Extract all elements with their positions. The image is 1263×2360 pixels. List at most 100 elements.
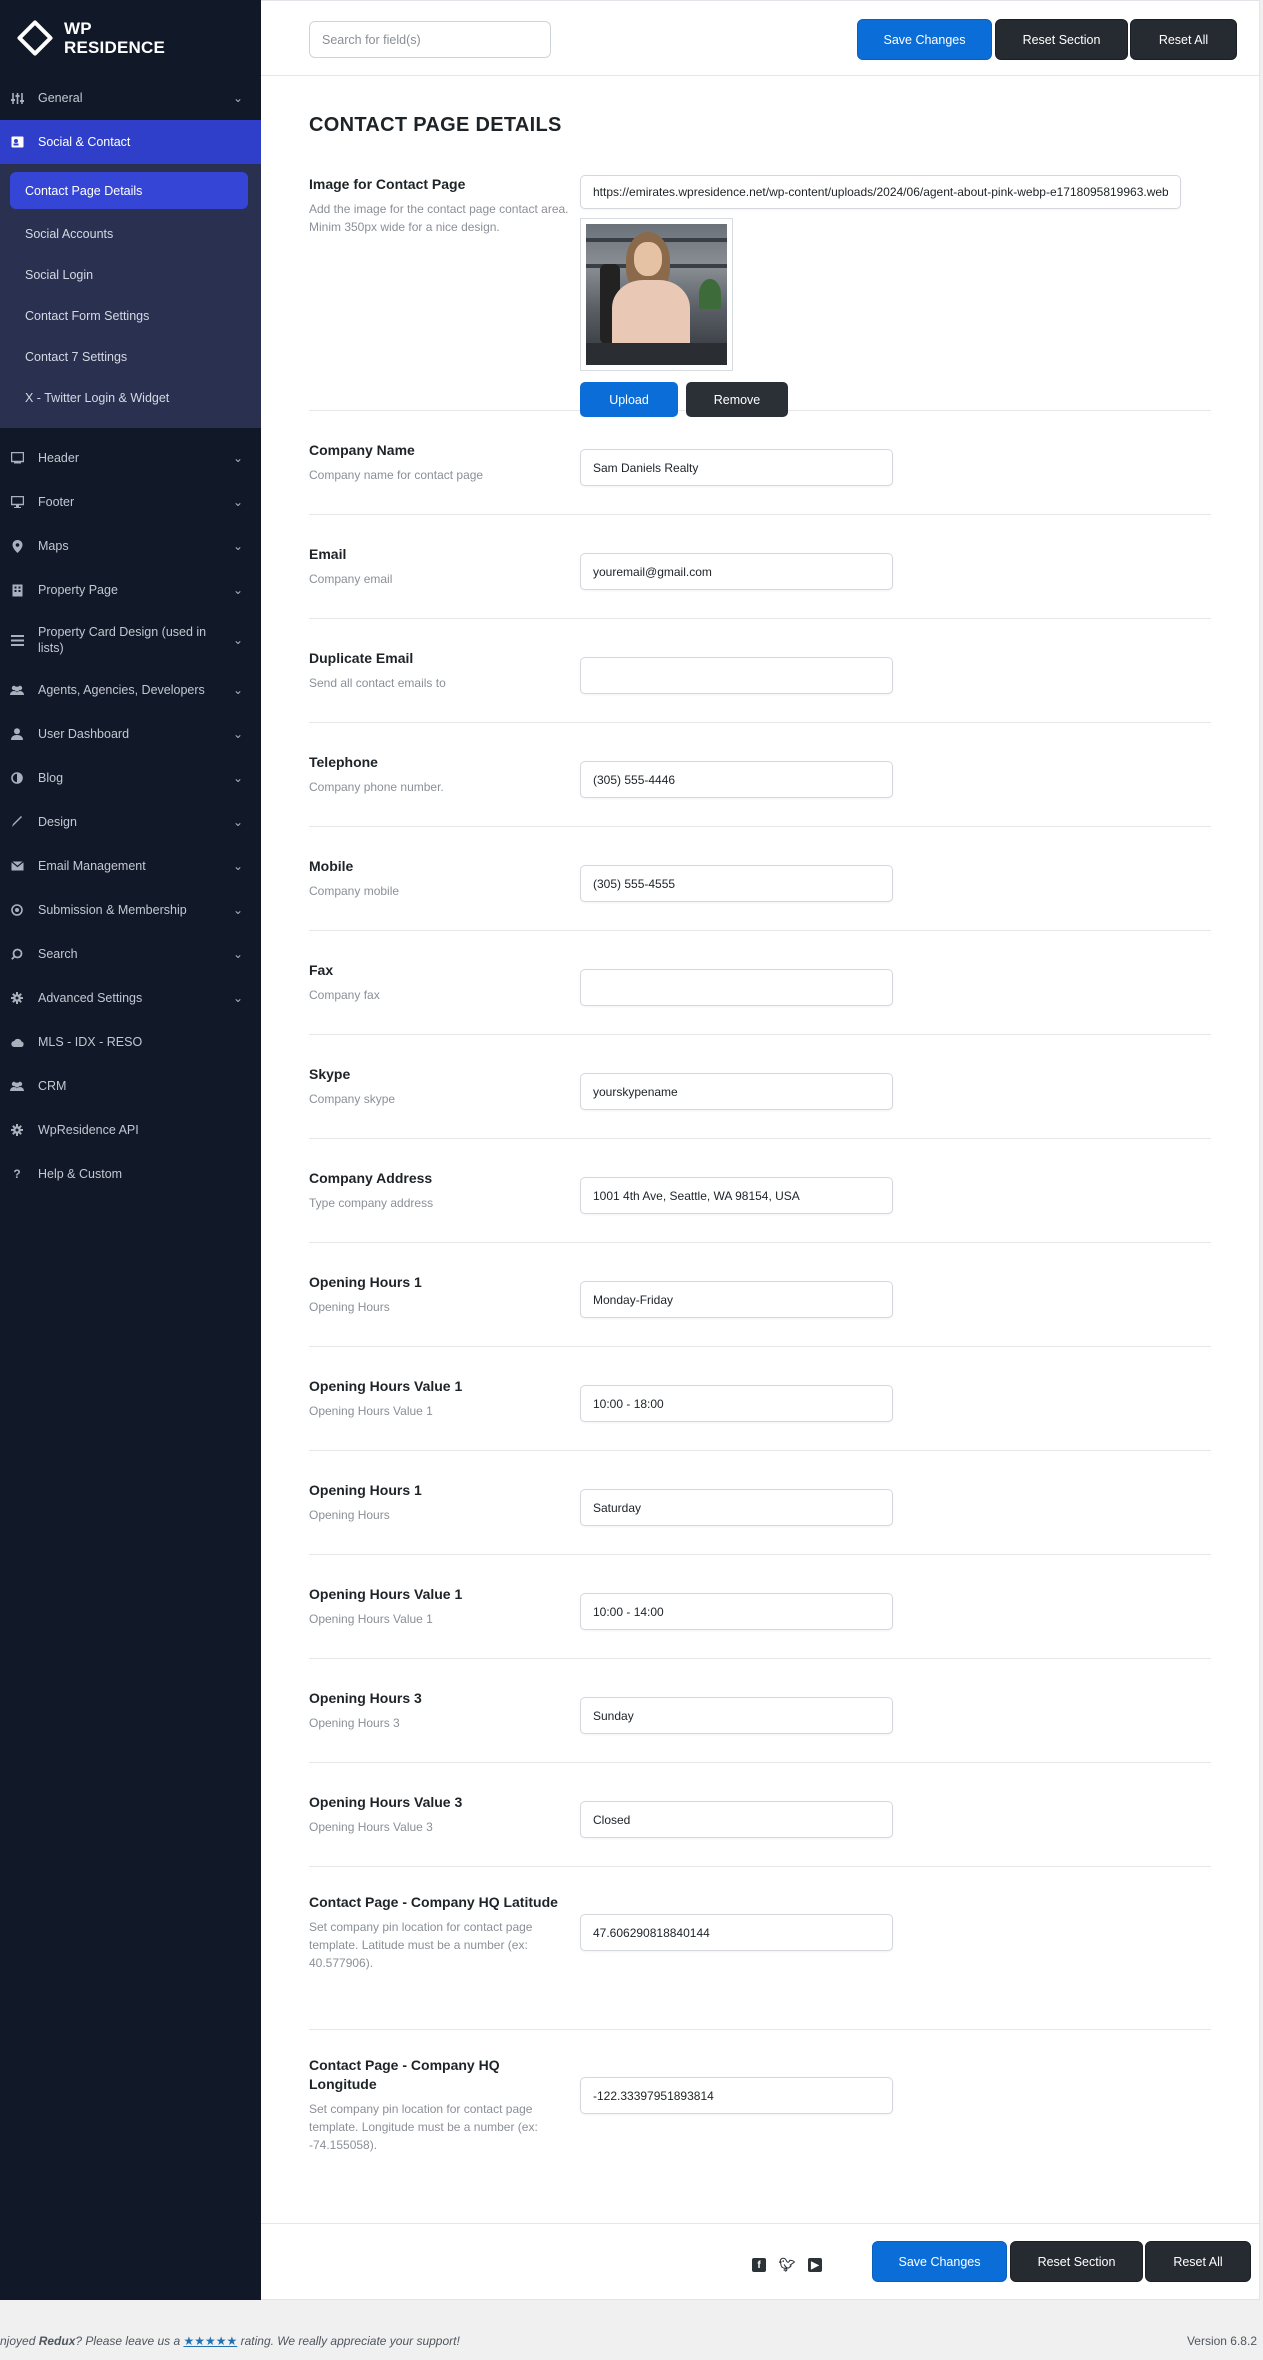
sidebar-item-label: Blog <box>38 771 64 785</box>
sidebar-subitem-social-login[interactable]: Social Login <box>0 254 261 295</box>
field-description: Opening Hours 3 <box>309 1716 400 1730</box>
sidebar-item-crm[interactable]: CRM <box>0 1064 261 1108</box>
sidebar-item-user-dashboard[interactable]: User Dashboard ⌄ <box>0 712 261 756</box>
field-description: Opening Hours <box>309 1300 390 1314</box>
sidebar-submenu: Contact Page Details Social Accounts Soc… <box>0 164 261 428</box>
bottom-save-changes-button[interactable]: Save Changes <box>872 2241 1007 2282</box>
field-row-latitude: Contact Page - Company HQ Latitude Set c… <box>309 1867 1211 2030</box>
brand-line-2: RESIDENCE <box>64 38 165 57</box>
chevron-down-icon: ⌄ <box>232 539 244 553</box>
reset-section-button[interactable]: Reset Section <box>995 19 1128 60</box>
field-search-input[interactable] <box>309 21 551 58</box>
sidebar-item-label: Advanced Settings <box>38 991 143 1005</box>
sidebar-item-label: CRM <box>38 1079 67 1093</box>
field-description: Set company pin location for contact pag… <box>309 2102 538 2152</box>
sidebar-item-mls[interactable]: MLS - IDX - RESO <box>0 1020 261 1064</box>
sidebar-subitem-contact-form-settings[interactable]: Contact Form Settings <box>0 295 261 336</box>
youtube-icon[interactable]: ▶ <box>808 2258 822 2272</box>
envelope-icon <box>10 859 24 873</box>
field-row-longitude: Contact Page - Company HQ Longitude Set … <box>309 2030 1211 2193</box>
field-title: Image for Contact Page <box>309 176 466 192</box>
chevron-down-icon: ⌄ <box>232 633 244 647</box>
reset-all-button[interactable]: Reset All <box>1130 19 1237 60</box>
bottom-reset-section-button[interactable]: Reset Section <box>1010 2241 1143 2282</box>
field-description: Set company pin location for contact pag… <box>309 1920 533 1970</box>
field-input[interactable] <box>580 1489 893 1526</box>
sidebar-item-design[interactable]: Design ⌄ <box>0 800 261 844</box>
facebook-icon[interactable]: f <box>752 2258 766 2272</box>
latitude-input[interactable] <box>580 1914 893 1951</box>
sidebar-item-blog[interactable]: Blog ⌄ <box>0 756 261 800</box>
sidebar-item-footer[interactable]: Footer ⌄ <box>0 480 261 524</box>
field-title: Fax <box>309 962 334 978</box>
sidebar-subitem-contact-page-details[interactable]: Contact Page Details <box>10 172 248 209</box>
rating-stars-link[interactable]: ★★★★★ <box>183 2334 237 2348</box>
field-input[interactable] <box>580 449 893 486</box>
sidebar-item-general[interactable]: General ⌄ <box>0 76 261 120</box>
sidebar-subitem-social-accounts[interactable]: Social Accounts <box>0 213 261 254</box>
bottom-reset-all-button[interactable]: Reset All <box>1145 2241 1251 2282</box>
chevron-down-icon: ⌄ <box>232 683 244 697</box>
field-input[interactable] <box>580 1593 893 1630</box>
field-input[interactable] <box>580 553 893 590</box>
field-input[interactable] <box>580 1697 893 1734</box>
sidebar-item-property-card-design[interactable]: Property Card Design (used in lists) ⌄ <box>0 612 261 668</box>
field-description: Add the image for the contact page conta… <box>309 202 569 234</box>
brand-logo[interactable]: WP RESIDENCE <box>0 0 261 76</box>
version-label: Version 6.8.2 <box>1186 2334 1257 2348</box>
sidebar-item-label: Design <box>38 815 77 829</box>
field-title: Opening Hours Value 3 <box>309 1794 463 1810</box>
sidebar-item-property-page[interactable]: Property Page ⌄ <box>0 568 261 612</box>
sidebar-item-search[interactable]: Search ⌄ <box>0 932 261 976</box>
field-title: Contact Page - Company HQ Latitude <box>309 1894 558 1910</box>
field-title: Telephone <box>309 754 378 770</box>
sidebar-item-advanced-settings[interactable]: Advanced Settings ⌄ <box>0 976 261 1020</box>
field-input[interactable] <box>580 761 893 798</box>
sidebar-item-submission-membership[interactable]: Submission & Membership ⌄ <box>0 888 261 932</box>
sidebar-item-label: WpResidence API <box>38 1123 139 1137</box>
field-input[interactable] <box>580 657 893 694</box>
save-changes-button[interactable]: Save Changes <box>857 19 992 60</box>
sidebar-item-wpresidence-api[interactable]: WpResidence API <box>0 1108 261 1152</box>
upload-button[interactable]: Upload <box>580 382 678 417</box>
sidebar-item-header[interactable]: Header ⌄ <box>0 436 261 480</box>
field-description: Company skype <box>309 1092 396 1106</box>
sliders-icon <box>10 91 24 105</box>
sidebar-item-email-management[interactable]: Email Management ⌄ <box>0 844 261 888</box>
image-url-input[interactable] <box>580 175 1181 209</box>
brand-line-1: WP <box>64 19 92 38</box>
field-input[interactable] <box>580 1801 893 1838</box>
sidebar-item-label: Maps <box>38 539 69 553</box>
sidebar-item-label: Property Page <box>38 583 118 597</box>
desktop-icon <box>10 495 24 509</box>
field-input[interactable] <box>580 1073 893 1110</box>
redux-footer-note: njoyed Redux? Please leave us a ★★★★★ ra… <box>0 2334 460 2348</box>
field-input[interactable] <box>580 1281 893 1318</box>
sidebar-item-social-contact[interactable]: Social & Contact <box>0 120 261 164</box>
sidebar-item-maps[interactable]: Maps ⌄ <box>0 524 261 568</box>
field-description: Company fax <box>309 988 380 1002</box>
remove-button[interactable]: Remove <box>686 382 788 417</box>
field-row: Opening Hours 1 Opening Hours <box>309 1451 1211 1555</box>
sidebar-item-label: Property Card Design (used in lists) <box>38 625 207 655</box>
field-input[interactable] <box>580 1177 893 1214</box>
chevron-down-icon: ⌄ <box>232 727 244 741</box>
sidebar-item-label: Footer <box>38 495 75 509</box>
field-input[interactable] <box>580 969 893 1006</box>
longitude-input[interactable] <box>580 2077 893 2114</box>
sidebar-subitem-x-twitter[interactable]: X - Twitter Login & Widget <box>0 377 261 418</box>
field-row: Opening Hours Value 3 Opening Hours Value… <box>309 1763 1211 1867</box>
twitter-icon[interactable]: 🐦︎ <box>779 2257 796 2272</box>
field-row: Opening Hours 3 Opening Hours 3 <box>309 1659 1211 1763</box>
diamond-logo-icon <box>14 17 56 59</box>
cog-icon <box>10 1123 24 1137</box>
field-input[interactable] <box>580 1385 893 1422</box>
question-icon: ? <box>13 1167 21 1181</box>
sidebar-item-label: Header <box>38 451 79 465</box>
field-title: Opening Hours 1 <box>309 1482 422 1498</box>
field-input[interactable] <box>580 865 893 902</box>
sidebar-item-help-custom[interactable]: ? Help & Custom <box>0 1152 261 1196</box>
field-title: Company Address <box>309 1170 433 1186</box>
sidebar-item-agents[interactable]: Agents, Agencies, Developers ⌄ <box>0 668 261 712</box>
sidebar-subitem-contact-7-settings[interactable]: Contact 7 Settings <box>0 336 261 377</box>
